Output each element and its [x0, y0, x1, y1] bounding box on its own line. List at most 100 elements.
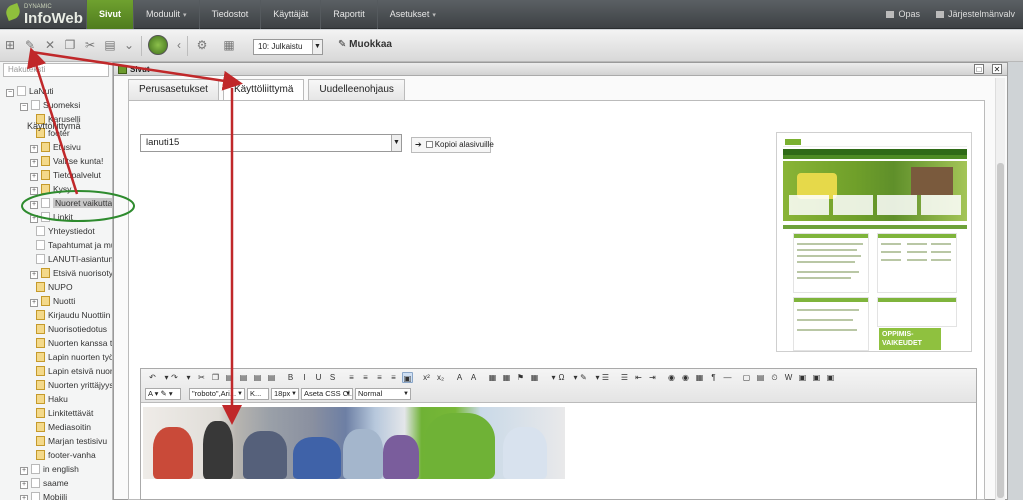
tree-item[interactable]: Nuorisotiedotus [36, 322, 107, 336]
editor-tool-icon[interactable]: Ω [556, 372, 567, 383]
editor-tool-icon[interactable]: ▣ [797, 372, 808, 383]
add-icon[interactable]: ⊞ [3, 38, 17, 52]
collapse-icon[interactable]: − [20, 103, 28, 111]
settings-icon[interactable]: ⚙ [195, 38, 209, 52]
tree-item[interactable]: Lapin etsivä nuoriso [36, 364, 112, 378]
block-format-select[interactable]: Normal ▼ [355, 388, 411, 400]
close-button[interactable]: ✕ [992, 64, 1002, 74]
editor-tool-icon[interactable]: U [313, 372, 324, 383]
edit-icon[interactable]: ✎ [23, 38, 37, 52]
page-settings-icon[interactable]: ▦ [222, 38, 236, 52]
tree-item[interactable]: + saame [20, 476, 69, 490]
editor-tool-icon[interactable]: A [468, 372, 479, 383]
theme-select[interactable]: lanuti15 ▼ [140, 134, 402, 152]
editor-banner-image[interactable] [143, 407, 565, 479]
tab-basic-settings[interactable]: Perusasetukset [128, 79, 219, 100]
nav-item-raportit[interactable]: Raportit [320, 0, 377, 29]
user-menu[interactable]: Järjestelmänvalv [928, 0, 1023, 29]
font-size-select[interactable]: 18px ▼ [271, 388, 299, 400]
font-color-select[interactable]: A ▾ ✎ ▾ [145, 388, 181, 400]
editor-tool-icon[interactable]: ▤ [238, 372, 249, 383]
tree-item[interactable]: + Tietopalvelut [30, 168, 101, 182]
nav-item-käyttäjät[interactable]: Käyttäjät [260, 0, 320, 29]
editor-tool-icon[interactable]: ≡ [346, 372, 357, 383]
editor-tool-icon[interactable]: ▦ [501, 372, 512, 383]
tree-item[interactable]: + in english [20, 462, 79, 476]
tree-item[interactable]: + Nuotti [30, 294, 75, 308]
help-link[interactable]: Opas [878, 0, 928, 29]
tree-item[interactable]: + Mobiili [20, 490, 67, 500]
tree-item[interactable]: Lapin nuorten työp [36, 350, 112, 364]
expand-icon[interactable]: + [30, 173, 38, 181]
tree-item[interactable]: LANUTI-asiantuntij [36, 252, 112, 266]
editor-tool-icon[interactable]: ▣ [825, 372, 836, 383]
editor-tool-icon[interactable]: ▦ [529, 372, 540, 383]
tree-item[interactable]: NUPO [36, 280, 73, 294]
editor-tool-icon[interactable]: ▢ [741, 372, 752, 383]
tree-item[interactable]: Kirjaudu Nuottiin [36, 308, 110, 322]
editor-tool-icon[interactable]: ⚑ [515, 372, 526, 383]
tree-item[interactable]: + Nuoret vaikuttajat [30, 196, 112, 210]
tree-item[interactable]: Nuorten kanssa työ [36, 336, 112, 350]
expand-icon[interactable]: + [30, 187, 38, 195]
collapse-icon[interactable]: − [6, 89, 14, 97]
editor-tool-icon[interactable]: ▤ [224, 372, 235, 383]
tree-item[interactable]: Linkitettävät [36, 406, 93, 420]
expand-icon[interactable]: + [30, 299, 38, 307]
nav-item-tiedostot[interactable]: Tiedostot [198, 0, 261, 29]
infoweb-logo[interactable]: DYNAMIC InfoWeb [4, 3, 86, 27]
editor-tool-icon[interactable]: ⇥ [647, 372, 658, 383]
expand-icon[interactable]: + [30, 271, 38, 279]
editor-tool-icon[interactable]: ✎ [578, 372, 589, 383]
editor-tool-icon[interactable]: ▦ [694, 372, 705, 383]
format-select[interactable]: K... [247, 388, 269, 400]
tree-item[interactable]: + Kysy [30, 182, 71, 196]
nav-item-asetukset[interactable]: Asetukset ▾ [376, 0, 448, 29]
expand-icon[interactable]: + [30, 201, 38, 209]
editor-tool-icon[interactable]: ▤ [755, 372, 766, 383]
editor-tool-icon[interactable]: ≡ [388, 372, 399, 383]
copy-to-subpages-button[interactable]: ➔ Kopioi alasivuille [411, 137, 494, 153]
tree-item[interactable]: − LaNuti [6, 84, 54, 98]
editor-tool-icon[interactable]: B [285, 372, 296, 383]
editor-tool-icon[interactable]: I [299, 372, 310, 383]
scrollbar-thumb[interactable] [997, 163, 1004, 498]
tree-item[interactable]: + Etsivä nuorisotyö [30, 266, 112, 280]
tree-item[interactable]: Marjan testisivu [36, 434, 107, 448]
tab-user-interface[interactable]: Käyttöliittymä [222, 79, 305, 101]
editor-tool-icon[interactable]: ▣ [811, 372, 822, 383]
editor-tool-icon[interactable]: x₂ [435, 372, 446, 383]
editor-tool-icon[interactable]: ≡ [374, 372, 385, 383]
editor-tool-icon[interactable]: — [722, 372, 733, 383]
tree-item[interactable]: Mediasoitin [36, 420, 91, 434]
expand-icon[interactable]: + [30, 145, 38, 153]
tree-item[interactable]: Nuorten yrittäjyys [36, 378, 112, 392]
editor-tool-icon[interactable]: ☰ [619, 372, 630, 383]
copy-icon[interactable]: ❐ [63, 38, 77, 52]
tree-item[interactable]: + Valitse kunta! [30, 154, 103, 168]
editor-tool-icon[interactable]: ☰ [600, 372, 611, 383]
chevron-left-icon[interactable]: ‹ [172, 38, 186, 52]
editor-tool-icon[interactable]: ▾ [183, 372, 194, 383]
editor-tool-icon[interactable]: ◉ [666, 372, 677, 383]
editor-tool-icon[interactable]: S [327, 372, 338, 383]
css-class-select[interactable]: Aseta CSS Cl... ▼ [301, 388, 353, 400]
checkbox[interactable] [425, 141, 433, 148]
editor-tool-icon[interactable]: ▤ [266, 372, 277, 383]
editor-tool-icon[interactable]: A [454, 372, 465, 383]
editor-tool-icon[interactable]: ❐ [210, 372, 221, 383]
nav-item-sivut[interactable]: Sivut [86, 0, 134, 29]
nav-item-moduulit[interactable]: Moduulit ▾ [133, 0, 199, 29]
editor-tool-icon[interactable]: ▦ [487, 372, 498, 383]
tree-item[interactable]: Yhteystiedot [36, 224, 95, 238]
editor-tool-icon[interactable]: ▤ [252, 372, 263, 383]
editor-tool-icon[interactable]: ↷ [169, 372, 180, 383]
tree-search-input[interactable]: Hakuteksti [3, 63, 109, 77]
expand-icon[interactable]: + [30, 159, 38, 167]
editor-tool-icon[interactable]: ◉ [680, 372, 691, 383]
font-family-select[interactable]: "roboto",Ari... ▼ [189, 388, 245, 400]
expand-icon[interactable]: + [20, 495, 28, 500]
editor-tool-icon[interactable]: ↶ [147, 372, 158, 383]
editor-tool-icon[interactable]: ¶ [708, 372, 719, 383]
editor-tool-icon[interactable]: ✂ [196, 372, 207, 383]
